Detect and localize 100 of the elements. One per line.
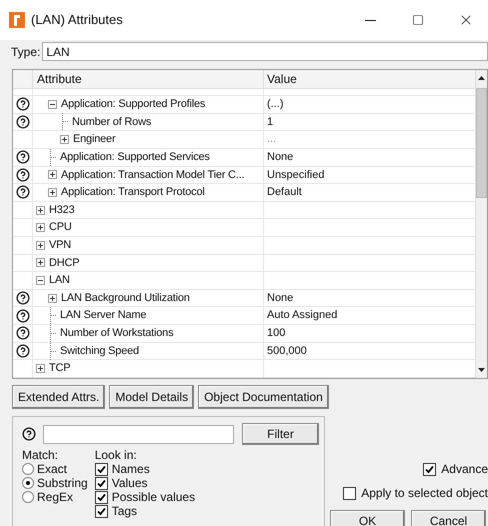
scrollbar[interactable] bbox=[475, 70, 487, 378]
type-label: Type: bbox=[11, 44, 40, 60]
attribute-name: DHCP bbox=[49, 256, 80, 271]
expand-icon[interactable] bbox=[60, 135, 69, 144]
expand-icon[interactable] bbox=[36, 223, 45, 232]
attribute-name: TCP bbox=[49, 361, 70, 376]
match-option[interactable]: RegEx bbox=[37, 490, 74, 504]
attribute-value: 1 bbox=[267, 114, 274, 130]
look-in-option[interactable]: Names bbox=[112, 462, 150, 476]
toolbar-button[interactable]: Model Details bbox=[109, 385, 194, 409]
expand-icon[interactable] bbox=[36, 240, 45, 250]
expand-icon[interactable] bbox=[48, 170, 57, 180]
table-row[interactable]: Application: Supported Profiles (...) bbox=[13, 96, 475, 114]
look-in-label: Look in: bbox=[94, 448, 138, 462]
look-in-option[interactable]: Possible values bbox=[112, 490, 196, 504]
apply-label[interactable]: Apply to selected object bbox=[361, 484, 488, 502]
attribute-name: Number of Workstations bbox=[60, 326, 174, 342]
attribute-name: VPN bbox=[49, 238, 72, 253]
table-row[interactable]: LAN Background Utilization None bbox=[13, 290, 475, 308]
attribute-name: LAN Background Utilization bbox=[61, 290, 190, 306]
table-row[interactable]: LAN bbox=[13, 272, 475, 290]
attribute-name: Application: Transaction Model Tier C... bbox=[61, 168, 244, 183]
help-icon[interactable] bbox=[16, 168, 30, 182]
column-header[interactable]: Attribute bbox=[33, 70, 264, 88]
attribute-value: Unspecified bbox=[267, 168, 324, 183]
expand-icon[interactable] bbox=[36, 364, 45, 374]
table-row[interactable]: Application: Transport Protocol Default bbox=[13, 184, 475, 202]
table-row[interactable]: H323 bbox=[13, 202, 475, 220]
help-icon[interactable] bbox=[16, 114, 30, 129]
toolbar-button[interactable]: Object Documentation bbox=[198, 385, 329, 409]
column-header[interactable]: Value bbox=[264, 70, 475, 88]
look-in-option[interactable]: Tags bbox=[112, 504, 138, 518]
table-row[interactable]: Application: Supported Services None bbox=[13, 148, 475, 167]
attribute-name: LAN Server Name bbox=[60, 308, 146, 324]
help-icon[interactable] bbox=[16, 150, 30, 164]
table-row[interactable]: Engineer ... bbox=[13, 131, 475, 149]
advanced-label[interactable]: Advance bbox=[441, 460, 488, 478]
filter-field[interactable] bbox=[43, 424, 234, 444]
radio-button[interactable] bbox=[22, 491, 34, 503]
collapse-icon[interactable] bbox=[48, 100, 57, 109]
radio-button[interactable] bbox=[22, 463, 34, 475]
checkbox[interactable] bbox=[343, 486, 356, 500]
attribute-value: None bbox=[267, 290, 294, 306]
help-icon[interactable] bbox=[16, 344, 30, 358]
match-option[interactable]: Exact bbox=[37, 462, 68, 476]
table-row[interactable]: LAN Server Name Auto Assigned bbox=[13, 307, 475, 325]
attribute-value: None bbox=[267, 150, 294, 165]
table-row[interactable]: Number of Rows 1 bbox=[13, 114, 475, 132]
dialog-button[interactable]: OK bbox=[330, 510, 405, 526]
table-row[interactable]: Number of Workstations 100 bbox=[13, 325, 475, 343]
attribute-name: Application: Supported Profiles bbox=[61, 97, 206, 112]
help-icon[interactable] bbox=[16, 97, 30, 112]
help-icon[interactable] bbox=[22, 427, 36, 441]
attribute-value: ... bbox=[267, 132, 276, 148]
expand-icon[interactable] bbox=[48, 188, 57, 197]
attribute-name: Engineer bbox=[73, 132, 116, 148]
attribute-value: 100 bbox=[267, 326, 286, 342]
attribute-name: Application: Transport Protocol bbox=[61, 185, 205, 200]
checkbox[interactable] bbox=[423, 462, 436, 476]
checkbox[interactable] bbox=[94, 476, 108, 490]
expand-icon[interactable] bbox=[48, 294, 57, 303]
help-icon[interactable] bbox=[16, 326, 30, 340]
scrollbar-thumb[interactable] bbox=[476, 88, 487, 198]
radio-button[interactable] bbox=[22, 477, 34, 489]
expand-icon[interactable] bbox=[36, 206, 45, 215]
type-field[interactable]: LAN bbox=[42, 42, 488, 61]
checkbox[interactable] bbox=[94, 490, 108, 504]
check-icon bbox=[425, 464, 434, 474]
match-label: Match: bbox=[22, 448, 60, 462]
table-row[interactable]: TCP bbox=[13, 360, 475, 378]
expand-icon[interactable] bbox=[36, 258, 45, 268]
toolbar-button[interactable]: Extended Attrs. bbox=[12, 385, 106, 409]
filter-button[interactable]: Filter bbox=[242, 423, 319, 445]
checkbox[interactable] bbox=[94, 462, 108, 476]
help-icon[interactable] bbox=[16, 308, 30, 323]
match-option[interactable]: Substring bbox=[37, 476, 88, 490]
attribute-value: (...) bbox=[267, 97, 284, 112]
table-row[interactable]: VPN bbox=[13, 236, 475, 255]
collapse-icon[interactable] bbox=[36, 276, 45, 285]
window-title: (LAN) Attributes bbox=[31, 11, 123, 30]
attribute-name: Number of Rows bbox=[72, 114, 152, 130]
attribute-name: H323 bbox=[49, 202, 74, 218]
app-logo-icon bbox=[9, 12, 25, 28]
attribute-name: Application: Supported Services bbox=[60, 150, 210, 165]
attribute-name: CPU bbox=[49, 220, 72, 236]
attribute-name: LAN bbox=[49, 273, 70, 288]
table-row[interactable]: DHCP bbox=[13, 254, 475, 272]
attribute-name: Switching Speed bbox=[60, 344, 139, 359]
attribute-value: Default bbox=[267, 185, 302, 200]
help-icon[interactable] bbox=[16, 291, 30, 306]
attribute-value: 500,000 bbox=[267, 344, 307, 359]
table-row[interactable]: Switching Speed 500,000 bbox=[13, 342, 475, 360]
checkbox[interactable] bbox=[94, 504, 108, 518]
help-icon[interactable] bbox=[16, 185, 30, 200]
table-row[interactable]: CPU bbox=[13, 219, 475, 237]
maximize-icon bbox=[412, 14, 424, 26]
dialog-button[interactable]: Cancel bbox=[411, 510, 486, 526]
table-row[interactable]: Application: Transaction Model Tier C... Unspecified bbox=[13, 166, 475, 184]
look-in-option[interactable]: Values bbox=[112, 476, 148, 490]
attribute-value: Auto Assigned bbox=[267, 308, 338, 324]
